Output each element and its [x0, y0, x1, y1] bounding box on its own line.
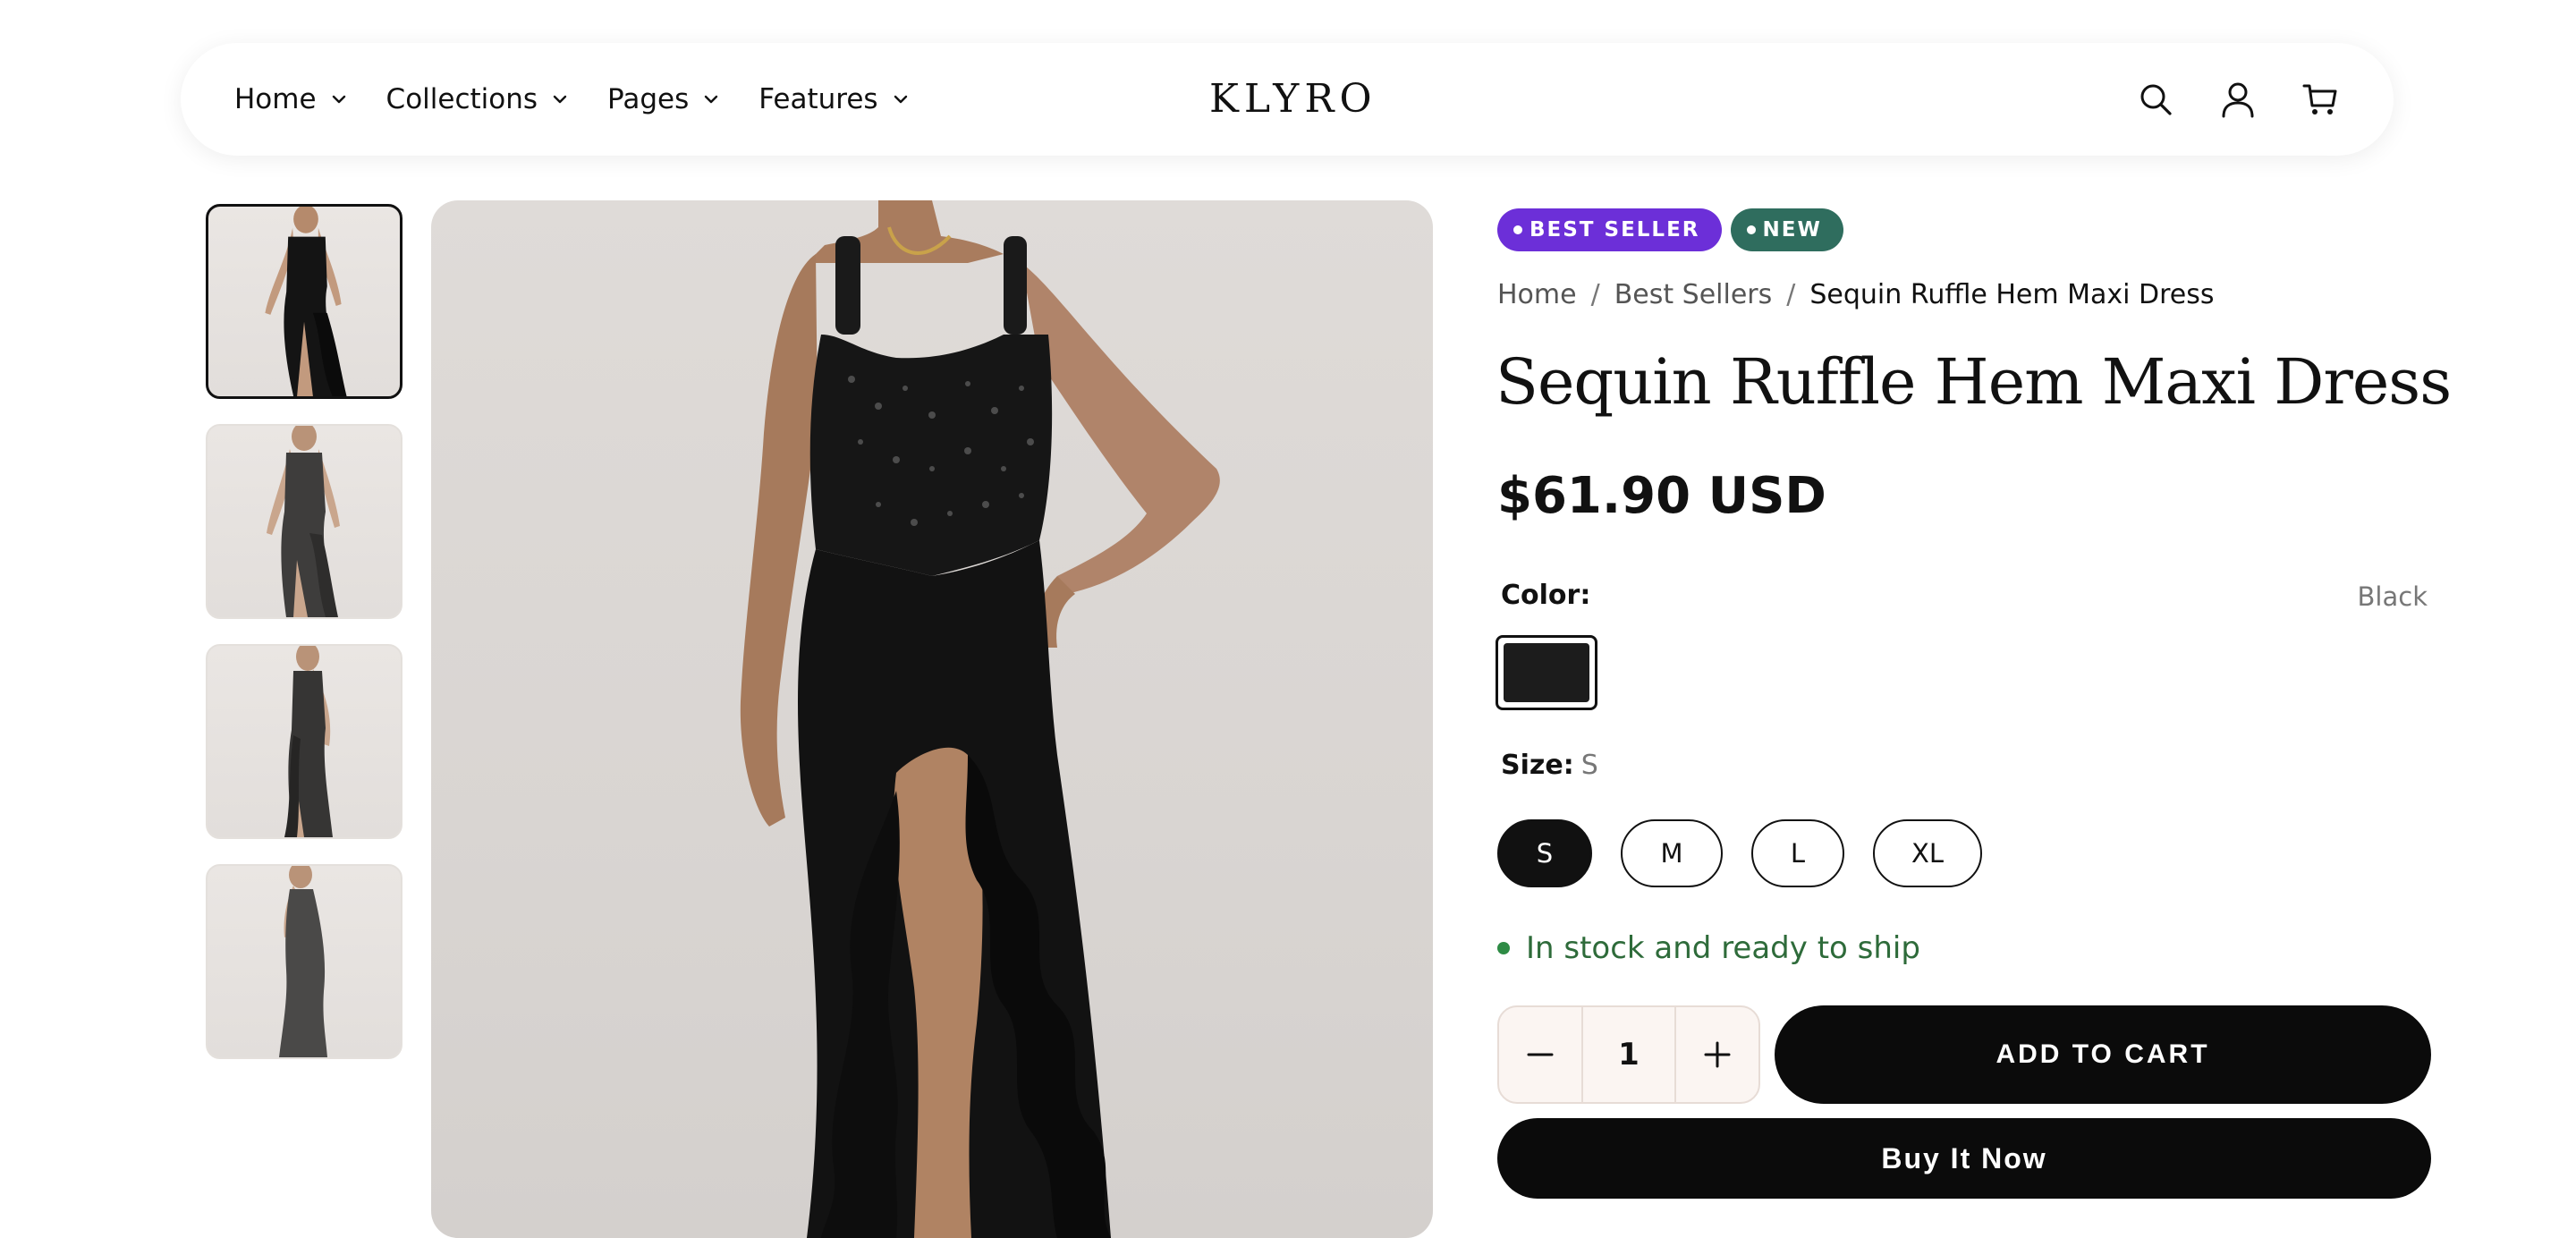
- breadcrumb: Home / Best Sellers / Sequin Ruffle Hem …: [1497, 279, 2214, 310]
- quantity-input[interactable]: 1: [1581, 1007, 1676, 1102]
- increase-quantity-button[interactable]: [1676, 1007, 1758, 1102]
- breadcrumb-separator: /: [1590, 279, 1600, 310]
- thumbnail-1[interactable]: [206, 204, 402, 399]
- size-option-s[interactable]: S: [1497, 819, 1592, 887]
- chevron-down-icon: [894, 95, 907, 104]
- chevron-down-icon: [332, 95, 345, 104]
- badge-dot: [1746, 225, 1756, 234]
- size-option-xl[interactable]: XL: [1873, 819, 1982, 887]
- stock-indicator-dot: [1497, 942, 1510, 954]
- breadcrumb-current: Sequin Ruffle Hem Maxi Dress: [1809, 279, 2215, 310]
- dress-image: [284, 646, 333, 837]
- product-main-image[interactable]: [431, 200, 1433, 1238]
- nav-item-pages[interactable]: Pages: [607, 83, 719, 115]
- brand-logo[interactable]: KLYRO: [1209, 43, 1372, 156]
- breadcrumb-separator: /: [1786, 279, 1796, 310]
- size-option-m[interactable]: M: [1621, 819, 1723, 887]
- chevron-down-icon: [553, 95, 567, 104]
- size-options: S M L XL: [1497, 819, 2011, 887]
- cart-icon[interactable]: [2301, 80, 2340, 119]
- nav-label: Home: [234, 83, 317, 115]
- chevron-down-icon: [705, 95, 718, 104]
- decrease-quantity-button[interactable]: [1499, 1007, 1581, 1102]
- plus-icon: [1704, 1041, 1731, 1068]
- account-icon[interactable]: [2218, 80, 2258, 119]
- thumbnail-3[interactable]: [206, 644, 402, 839]
- color-label: Color:: [1501, 580, 1591, 611]
- size-label-row: Size: S: [1501, 750, 1598, 781]
- breadcrumb-home[interactable]: Home: [1497, 279, 1577, 310]
- buy-now-button[interactable]: Buy It Now: [1497, 1118, 2431, 1199]
- search-icon[interactable]: [2136, 80, 2175, 119]
- best-seller-badge: BEST SELLER: [1497, 208, 1722, 251]
- product-price: $61.90 USD: [1497, 467, 1826, 525]
- badge-label: NEW: [1762, 218, 1822, 242]
- dress-image: [265, 207, 347, 396]
- dress-image: [267, 426, 340, 617]
- quantity-stepper: 1: [1497, 1005, 1760, 1104]
- color-swatch-black[interactable]: [1496, 635, 1597, 710]
- minus-icon: [1527, 1053, 1554, 1056]
- nav-item-features[interactable]: Features: [758, 83, 908, 115]
- dress-image: [279, 866, 327, 1057]
- size-option-l[interactable]: L: [1751, 819, 1844, 887]
- thumbnail-4[interactable]: [206, 864, 402, 1059]
- product-badges: BEST SELLER NEW: [1497, 208, 1852, 251]
- nav-item-home[interactable]: Home: [234, 83, 347, 115]
- nav-label: Pages: [607, 83, 690, 115]
- stock-status: In stock and ready to ship: [1497, 930, 1920, 966]
- thumbnail-2[interactable]: [206, 424, 402, 619]
- breadcrumb-best-sellers[interactable]: Best Sellers: [1614, 279, 1773, 310]
- nav-label: Features: [758, 83, 878, 115]
- stock-text: In stock and ready to ship: [1526, 930, 1920, 966]
- badge-dot: [1513, 225, 1522, 234]
- dress-image: [740, 200, 1220, 1238]
- new-badge: NEW: [1730, 208, 1843, 251]
- nav-label: Collections: [386, 83, 538, 115]
- thumbnail-list: [206, 204, 402, 1084]
- product-title: Sequin Ruffle Hem Maxi Dress: [1496, 345, 2452, 419]
- nav-item-collections[interactable]: Collections: [386, 83, 569, 115]
- add-to-cart-button[interactable]: ADD TO CART: [1775, 1005, 2431, 1104]
- swatch-fill: [1504, 643, 1589, 702]
- badge-label: BEST SELLER: [1530, 218, 1700, 242]
- selected-color-value: Black: [2357, 581, 2428, 612]
- header-actions: [2093, 43, 2340, 156]
- main-nav: Home Collections Pages Features: [234, 43, 948, 156]
- site-header: Home Collections Pages Features KLYRO: [181, 43, 2394, 156]
- selected-size-value: S: [1580, 750, 1598, 781]
- size-label: Size:: [1501, 750, 1574, 781]
